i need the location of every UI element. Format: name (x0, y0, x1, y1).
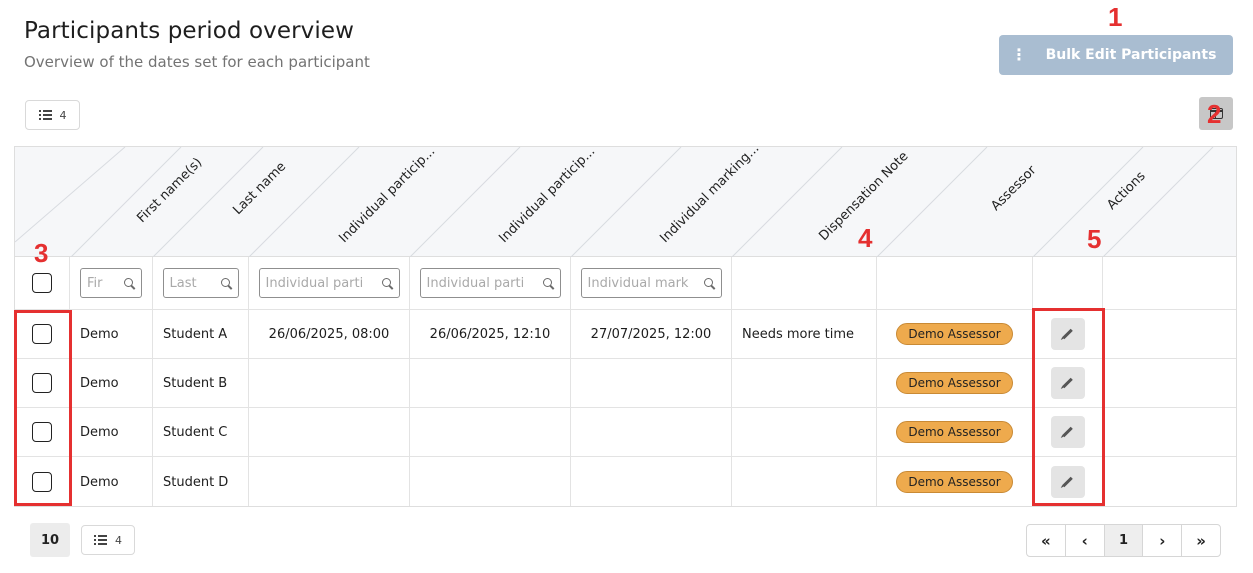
marking-cell (571, 359, 732, 407)
edit-button[interactable] (1050, 416, 1085, 448)
participation-start-cell (249, 457, 410, 506)
footer-row-count-value: 4 (115, 533, 122, 547)
pencil-icon (1062, 426, 1073, 438)
first-name-filter-placeholder: Fir (87, 275, 103, 291)
assessor-badge[interactable]: Demo Assessor (896, 323, 1013, 345)
current-page-button[interactable]: 1 (1104, 525, 1144, 556)
page-size-select[interactable]: 10 (30, 523, 70, 557)
dispensation-note-cell (732, 359, 877, 407)
last-name-cell: Student A (153, 310, 249, 358)
first-page-button[interactable]: « (1027, 525, 1066, 556)
last-name-cell: Student B (153, 359, 249, 407)
first-name-cell: Demo (70, 408, 153, 456)
pencil-icon (1062, 476, 1073, 488)
first-name-cell: Demo (70, 310, 153, 358)
marking-filter-placeholder: Individual mark (587, 275, 689, 291)
page-title: Participants period overview (24, 18, 355, 44)
dispensation-note-cell (732, 457, 877, 506)
pagination: « ‹ 1 › » (1026, 524, 1221, 557)
filter-row: Fir Last Individual parti Individual par… (15, 257, 1236, 310)
participation-end-cell (410, 457, 571, 506)
assessor-badge[interactable]: Demo Assessor (896, 421, 1013, 443)
participation-end-cell (410, 408, 571, 456)
participation-start-filter-placeholder: Individual parti (265, 275, 364, 291)
table-row: Demo Student B Demo Assessor (15, 359, 1236, 408)
annotation-marker-2: 2 (1207, 99, 1222, 129)
select-all-checkbox[interactable] (32, 273, 52, 293)
next-page-button[interactable]: › (1143, 525, 1183, 556)
edit-button[interactable] (1050, 367, 1085, 399)
edit-button[interactable] (1050, 318, 1085, 350)
search-icon (703, 277, 715, 289)
edit-button[interactable] (1050, 466, 1085, 498)
table-row: Demo Student D Demo Assessor (15, 457, 1236, 506)
dispensation-note-cell: Needs more time (732, 310, 877, 358)
dispensation-note-cell (732, 408, 877, 456)
participation-start-cell: 26/06/2025, 08:00 (249, 310, 410, 358)
row-count-value: 4 (59, 108, 67, 122)
last-page-button[interactable]: » (1182, 525, 1220, 556)
table-row: Demo Student A 26/06/2025, 08:00 26/06/2… (15, 310, 1236, 359)
pencil-icon (1062, 377, 1073, 389)
row-count-button[interactable]: 4 (25, 100, 80, 130)
row-checkbox[interactable] (32, 472, 52, 492)
search-icon (542, 277, 554, 289)
pencil-icon (1062, 328, 1073, 340)
table-row: Demo Student C Demo Assessor (15, 408, 1236, 457)
assessor-badge[interactable]: Demo Assessor (896, 372, 1013, 394)
list-icon (94, 535, 107, 545)
footer-row-count-button[interactable]: 4 (81, 525, 135, 555)
marking-cell (571, 457, 732, 506)
participation-start-filter[interactable]: Individual parti (258, 268, 400, 298)
row-checkbox[interactable] (32, 373, 52, 393)
participation-start-cell (249, 408, 410, 456)
vertical-dots-icon: ⋮ (1011, 45, 1027, 64)
participants-table: First name(s) Last name Individual parti… (14, 146, 1237, 507)
last-name-filter-placeholder: Last (169, 275, 197, 291)
assessor-badge[interactable]: Demo Assessor (896, 471, 1013, 493)
participation-start-cell (249, 359, 410, 407)
marking-cell: 27/07/2025, 12:00 (571, 310, 732, 358)
annotation-marker-1: 1 (1108, 2, 1123, 32)
search-icon (220, 277, 232, 289)
list-icon (38, 110, 52, 120)
annotation-marker-5: 5 (1087, 224, 1102, 254)
bulk-edit-participants-button[interactable]: ⋮ Bulk Edit Participants (999, 35, 1233, 75)
marking-filter[interactable]: Individual mark (580, 268, 722, 298)
first-name-cell: Demo (70, 359, 153, 407)
page-subtitle: Overview of the dates set for each parti… (24, 53, 370, 71)
annotation-marker-3: 3 (34, 238, 49, 268)
participation-end-filter-placeholder: Individual parti (426, 275, 525, 291)
last-name-cell: Student D (153, 457, 249, 506)
annotation-marker-4: 4 (858, 223, 873, 253)
bulk-edit-label: Bulk Edit Participants (1045, 47, 1217, 63)
row-checkbox[interactable] (32, 324, 52, 344)
search-icon (381, 277, 393, 289)
first-name-cell: Demo (70, 457, 153, 506)
row-checkbox[interactable] (32, 422, 52, 442)
first-name-filter[interactable]: Fir (80, 268, 142, 298)
participation-end-cell: 26/06/2025, 12:10 (410, 310, 571, 358)
search-icon (124, 277, 135, 289)
participation-end-filter[interactable]: Individual parti (419, 268, 561, 298)
participation-end-cell (410, 359, 571, 407)
last-name-filter[interactable]: Last (162, 268, 239, 298)
previous-page-button[interactable]: ‹ (1066, 525, 1105, 556)
marking-cell (571, 408, 732, 456)
last-name-cell: Student C (153, 408, 249, 456)
